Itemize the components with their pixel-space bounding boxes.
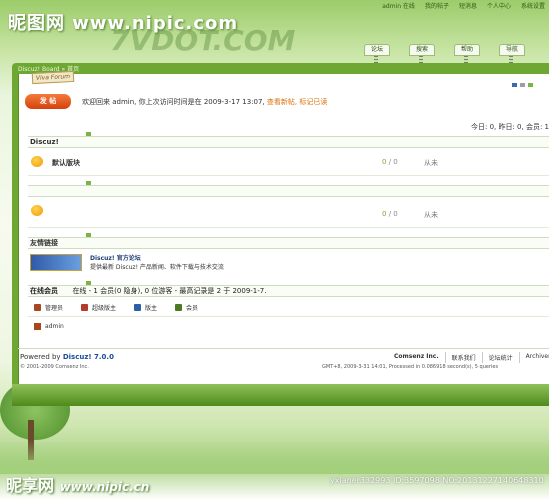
thread-count: 0 bbox=[382, 210, 387, 218]
thread-count: 0 bbox=[382, 158, 387, 166]
super-moderator-icon bbox=[81, 304, 89, 311]
online-user[interactable]: admin bbox=[34, 323, 64, 330]
powered-product-link[interactable]: Discuz! 7.0.0 bbox=[63, 353, 114, 361]
legend-member: 会员 bbox=[175, 303, 198, 312]
forum-name-link[interactable]: 默认版块 bbox=[52, 158, 80, 168]
top-nav: admin 在线 我的帖子 短消息 个人中心 系统设置 bbox=[382, 1, 545, 10]
view-new-posts-link[interactable]: 查看新帖, bbox=[267, 98, 297, 106]
forum-counts: 0 / 0 bbox=[382, 210, 398, 218]
tab-search[interactable]: 搜索 bbox=[409, 44, 435, 70]
member-legend: 管理员 超级版主 版主 会员 bbox=[34, 303, 198, 312]
post-count: 0 bbox=[393, 210, 398, 218]
top-nav-settings[interactable]: 系统设置 bbox=[521, 1, 545, 10]
post-count: 0 bbox=[393, 158, 398, 166]
style-switcher bbox=[512, 83, 533, 87]
footer-link-comsenz[interactable]: Comsenz Inc. bbox=[388, 352, 445, 363]
row-divider bbox=[28, 175, 549, 176]
top-nav-user-status[interactable]: admin 在线 bbox=[382, 1, 415, 10]
powered-prefix: Powered by bbox=[20, 353, 61, 361]
welcome-message: 欢迎回来 admin, 你上次访问时间是在 2009-3-17 13:07, 查… bbox=[82, 97, 327, 107]
tab-help[interactable]: 帮助 bbox=[454, 44, 480, 70]
forum-counts: 0 / 0 bbox=[382, 158, 398, 166]
online-username[interactable]: admin bbox=[45, 323, 64, 330]
forum-stats: 今日: 0, 昨日: 0, 会员: 1 bbox=[470, 123, 549, 131]
legend-moderator: 版主 bbox=[134, 303, 157, 312]
links-header[interactable]: 友情链接 bbox=[28, 237, 549, 249]
processing-info: GMT+8, 2009-3-31 14:01, Processed in 0.0… bbox=[322, 364, 499, 370]
friend-link-description: 提供最新 Discuz! 产品新闻、软件下载与技术交流 bbox=[90, 264, 224, 271]
tab-navigation[interactable]: 导航 bbox=[499, 44, 525, 70]
watermark-site-name: 昵享网 bbox=[6, 476, 55, 495]
section-header[interactable] bbox=[28, 185, 549, 197]
tab-forum[interactable]: 论坛 bbox=[364, 44, 390, 70]
top-nav-messages[interactable]: 短消息 bbox=[459, 1, 477, 10]
content-frame-bottom bbox=[12, 384, 549, 406]
watermark-bottom: 昵享网 www.nipic.cn bbox=[6, 472, 149, 496]
online-summary: 在线 - 1 会员(0 隐身), 0 位游客 - 最高记录是 2 于 2009-… bbox=[72, 287, 267, 295]
footer-link-contact[interactable]: 联系我们 bbox=[444, 352, 482, 363]
section-header[interactable]: Discuz! bbox=[28, 136, 549, 148]
friend-link-name[interactable]: Discuz! 官方论坛 bbox=[90, 253, 141, 262]
content-panel bbox=[18, 74, 549, 384]
row-divider bbox=[28, 227, 549, 228]
top-nav-profile[interactable]: 个人中心 bbox=[487, 1, 511, 10]
footer-link-archiver[interactable]: Archiver bbox=[518, 352, 549, 363]
admin-icon bbox=[34, 304, 41, 311]
mark-read-link[interactable]: 标记已读 bbox=[299, 98, 327, 106]
footer-divider bbox=[18, 348, 549, 349]
footer-link-stats[interactable]: 论坛统计 bbox=[481, 352, 519, 363]
admin-icon bbox=[34, 323, 41, 330]
welcome-text: 欢迎回来 admin, 你上次访问时间是在 2009-3-17 13:07, bbox=[82, 98, 265, 106]
powered-by: Powered by Discuz! 7.0.0 bbox=[20, 353, 114, 361]
style-dot-icon[interactable] bbox=[512, 83, 517, 87]
row-divider bbox=[28, 316, 549, 317]
watermark-top: 昵图网 www.nipic.com bbox=[8, 13, 239, 34]
decorative-grass bbox=[0, 440, 549, 474]
main-tabs: 论坛 搜索 帮助 导航 bbox=[364, 44, 525, 70]
watermark-url: www.nipic.cn bbox=[59, 480, 150, 494]
online-header[interactable]: 在线会员 在线 - 1 会员(0 隐身), 0 位游客 - 最高记录是 2 于 … bbox=[28, 285, 549, 297]
last-post: 从未 bbox=[424, 159, 438, 167]
watermark-id: yxianer332993 ID:3597098 NO:201312271406… bbox=[330, 476, 544, 485]
footer-links: Comsenz Inc. 联系我们 论坛统计 Archiver bbox=[388, 352, 549, 363]
style-dot-icon[interactable] bbox=[528, 83, 533, 87]
new-post-button[interactable]: 发 帖 bbox=[25, 94, 71, 109]
discuz-banner-image[interactable] bbox=[30, 254, 82, 271]
style-dot-icon[interactable] bbox=[520, 83, 525, 87]
top-nav-my-posts[interactable]: 我的帖子 bbox=[425, 1, 449, 10]
links-title: 友情链接 bbox=[30, 239, 58, 247]
member-icon bbox=[175, 304, 183, 311]
legend-super-moderator: 超级版主 bbox=[81, 303, 116, 312]
section-title: Discuz! bbox=[30, 138, 59, 146]
last-post: 从未 bbox=[424, 211, 438, 219]
forum-status-icon bbox=[31, 156, 43, 167]
legend-admin: 管理员 bbox=[34, 303, 63, 312]
moderator-icon bbox=[134, 304, 142, 311]
forum-stamp: Viva Forum bbox=[31, 70, 75, 85]
copyright: © 2001-2009 Comsenz Inc. bbox=[20, 364, 89, 370]
online-title: 在线会员 bbox=[30, 287, 58, 295]
forum-status-icon bbox=[31, 205, 43, 216]
